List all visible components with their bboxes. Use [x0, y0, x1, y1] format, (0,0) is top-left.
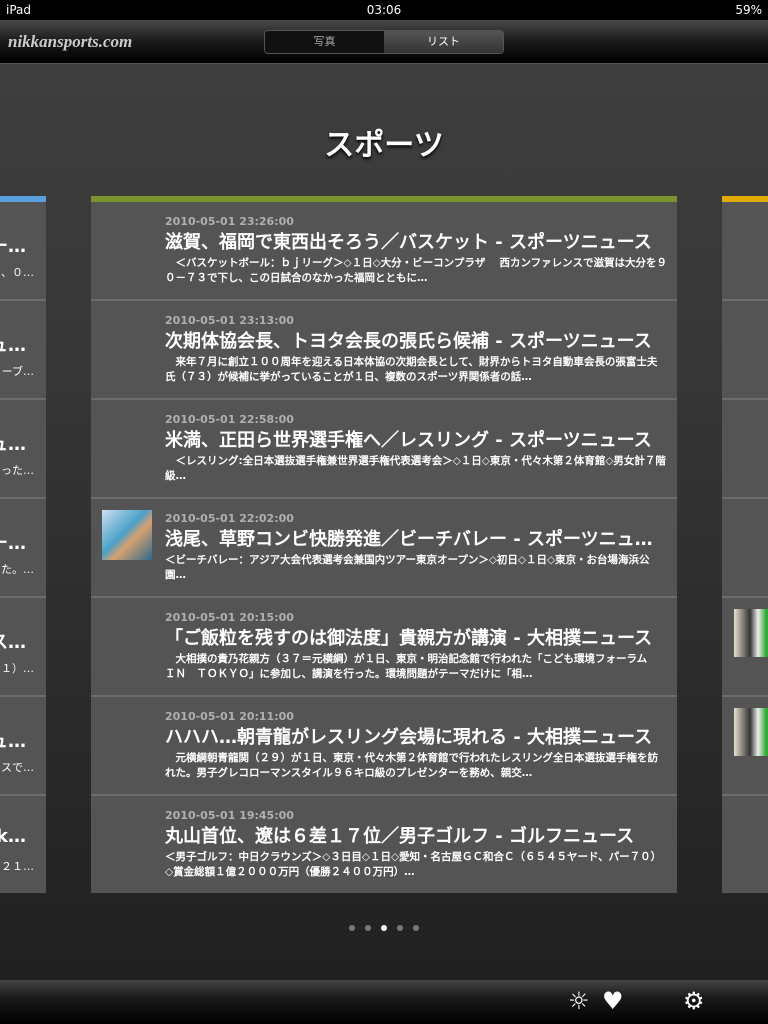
article-row[interactable]: 2010-05-01 20:11:00 ハハハ…朝青龍がレスリング会場に現れる -…	[91, 697, 677, 796]
article-date: 2010-05-01 22:58:00	[165, 413, 294, 426]
article-summary: ＜ビーチバレー：アジア大会代表選考会兼国内ツアー東京オープン＞◇初日◇１日◇東京…	[165, 554, 650, 581]
page-dot[interactable]	[413, 925, 419, 931]
article-thumbnail	[734, 609, 768, 657]
article-row[interactable]: 2010-05-01 23:26:00 滋賀、福岡で東西出そろう／バスケット - …	[91, 202, 677, 301]
article-row[interactable]	[722, 202, 768, 301]
page-dot[interactable]	[349, 925, 355, 931]
article-summary: 、０…	[1, 266, 34, 279]
segment-list[interactable]: リスト	[384, 31, 503, 53]
article-title: ュ…	[0, 434, 26, 455]
article-row[interactable]	[722, 400, 768, 499]
article-title[interactable]: ハハハ…朝青龍がレスリング会場に現れる - 大相撲ニュース	[165, 723, 663, 749]
article-summary: った…	[1, 464, 34, 477]
left-category-panel[interactable]: ー… 、０… ュ… ーブ… ュ… った… ー… た。… ス… １）… ュ… スで… ik… ２１…	[0, 196, 46, 893]
article-summary: １）…	[1, 662, 34, 675]
article-summary: た。…	[1, 563, 34, 576]
article-summary: 元横綱朝青龍関（２９）が１日、東京・代々木第２体育館で行われたレスリング全日本選…	[165, 752, 658, 779]
article-row[interactable]: 2010-05-01 20:15:00 「ご飯粒を残すのは御法度」貴親方が講演 -…	[91, 598, 677, 697]
right-category-panel[interactable]	[722, 196, 768, 893]
article-title: ュ…	[0, 335, 26, 356]
segment-photo[interactable]: 写真	[265, 31, 384, 53]
article-row[interactable]: ー… た。…	[0, 499, 46, 598]
article-row[interactable]: 2010-05-01 19:45:00 丸山首位、遼は６差１７位／男子ゴルフ - …	[91, 796, 677, 893]
article-date: 2010-05-01 19:45:00	[165, 809, 294, 822]
article-row[interactable]	[722, 301, 768, 400]
article-title[interactable]: 「ご飯粒を残すのは御法度」貴親方が講演 - 大相撲ニュース	[165, 624, 663, 650]
article-title[interactable]: 滋賀、福岡で東西出そろう／バスケット - スポーツニュース	[165, 228, 663, 254]
article-row[interactable]: 2010-05-01 23:13:00 次期体協会長、トヨタ会長の張氏ら候補 - …	[91, 301, 677, 400]
article-row[interactable]: ik… ２１…	[0, 796, 46, 893]
article-date: 2010-05-01 20:15:00	[165, 611, 294, 624]
article-summary: ＜バスケットボール：ｂｊリーグ＞◇１日◇大分・ビーコンプラザ 西カンファレンスで…	[165, 257, 667, 284]
article-title[interactable]: 浅尾、草野コンビ快勝発進／ビーチバレー - スポーツニュース	[165, 525, 663, 551]
page-dot[interactable]	[381, 925, 387, 931]
article-row[interactable]: ュ… スで…	[0, 697, 46, 796]
article-title: ー…	[0, 533, 26, 554]
article-row[interactable]	[722, 598, 768, 697]
article-title[interactable]: 丸山首位、遼は６差１７位／男子ゴルフ - ゴルフニュース	[165, 822, 663, 848]
article-title[interactable]: 米満、正田ら世界選手権へ／レスリング - スポーツニュース	[165, 426, 663, 452]
nav-bar: nikkansports.com 写真 リスト	[0, 20, 768, 64]
heart-icon[interactable]: ♥	[602, 988, 624, 1014]
article-title: ik…	[0, 826, 26, 847]
sun-icon[interactable]: ☼	[568, 988, 590, 1014]
article-row[interactable]	[722, 499, 768, 598]
article-title: ー…	[0, 236, 26, 257]
article-date: 2010-05-01 23:13:00	[165, 314, 294, 327]
article-thumbnail	[734, 708, 768, 756]
logo: nikkansports.com	[8, 32, 133, 51]
gear-icon[interactable]: ⚙	[683, 988, 705, 1014]
article-summary: スで…	[1, 761, 34, 774]
article-row[interactable]	[722, 796, 768, 893]
article-title[interactable]: 次期体協会長、トヨタ会長の張氏ら候補 - スポーツニュース	[165, 327, 663, 353]
page-title: スポーツ	[324, 128, 444, 163]
clock: 03:06	[366, 3, 402, 17]
article-summary: ーブ…	[1, 365, 34, 378]
article-title: ス…	[0, 632, 26, 653]
article-date: 2010-05-01 23:26:00	[165, 215, 294, 228]
article-row[interactable]: ュ… った…	[0, 400, 46, 499]
article-summary: 大相撲の貴乃花親方（３７＝元横綱）が１日、東京・明治記念館で行われた「こども環境…	[165, 653, 658, 680]
page-indicator[interactable]	[349, 925, 419, 931]
article-thumbnail	[102, 510, 152, 560]
article-row[interactable]: ス… １）…	[0, 598, 46, 697]
article-row[interactable]: 2010-05-01 22:02:00 浅尾、草野コンビ快勝発進／ビーチバレー -…	[91, 499, 677, 598]
article-summary: 来年７月に創立１００周年を迎える日本体協の次期会長として、財界からトヨタ自動車会…	[165, 356, 658, 383]
article-row[interactable]: 2010-05-01 22:58:00 米満、正田ら世界選手権へ／レスリング - …	[91, 400, 677, 499]
page-dot[interactable]	[365, 925, 371, 931]
article-date: 2010-05-01 22:02:00	[165, 512, 294, 525]
battery-level: 59%	[735, 3, 762, 17]
page-dot[interactable]	[397, 925, 403, 931]
article-row[interactable]	[722, 697, 768, 796]
article-row[interactable]: ュ… ーブ…	[0, 301, 46, 400]
article-summary: ２１…	[1, 860, 34, 873]
bottom-toolbar: ☼ ♥ ⚙	[0, 980, 768, 1024]
view-segmented-control[interactable]: 写真 リスト	[264, 30, 504, 54]
article-summary: ＜男子ゴルフ：中日クラウンズ＞◇３日目◇１日◇愛知・名古屋ＧＣ和合Ｃ（６５４５ヤ…	[165, 851, 662, 878]
article-summary: ＜レスリング:全日本選抜選手権兼世界選手権代表選考会＞◇１日◇東京・代々木第２体…	[165, 455, 666, 482]
article-title: ュ…	[0, 731, 26, 752]
article-date: 2010-05-01 20:11:00	[165, 710, 294, 723]
article-row[interactable]: ー… 、０…	[0, 202, 46, 301]
status-bar: iPad 03:06 59%	[0, 0, 768, 20]
article-list-panel: 2010-05-01 23:26:00 滋賀、福岡で東西出そろう／バスケット - …	[91, 196, 677, 893]
